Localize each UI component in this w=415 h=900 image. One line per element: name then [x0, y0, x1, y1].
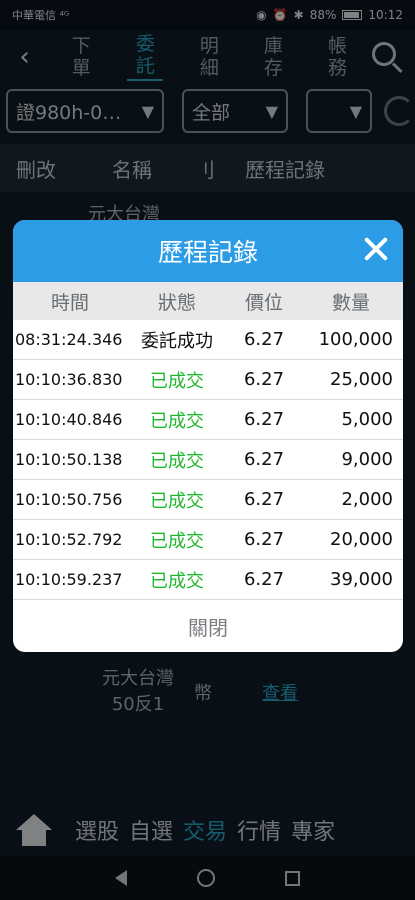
row-status: 已成交 [150, 490, 204, 512]
history-table-header: 時間 狀態 價位 數量 [13, 282, 403, 320]
modal-title: 歷程記錄 [157, 238, 258, 267]
row-quantity: 20,000 [330, 529, 393, 550]
row-quantity: 100,000 [318, 329, 393, 350]
row-status: 已成交 [150, 530, 204, 552]
row-time: 10:10:40.846 [15, 410, 123, 429]
row-quantity: 25,000 [330, 369, 393, 390]
row-price: 6.27 [243, 369, 285, 390]
row-quantity: 5,000 [341, 409, 393, 430]
row-quantity: 39,000 [330, 569, 393, 590]
row-price: 6.27 [243, 489, 285, 510]
row-status: 已成交 [150, 370, 204, 392]
row-quantity: 2,000 [341, 489, 393, 510]
row-time: 10:10:36.830 [15, 370, 123, 389]
col-status: 狀態 [157, 291, 196, 314]
row-price: 6.27 [243, 529, 285, 550]
history-row: 10:10:50.138 已成交 6.27 9,000 [13, 440, 403, 480]
close-button[interactable]: 關閉 [13, 600, 403, 652]
row-price: 6.27 [243, 409, 285, 430]
row-time: 08:31:24.346 [15, 330, 123, 349]
history-row: 10:10:50.756 已成交 6.27 2,000 [13, 480, 403, 520]
row-time: 10:10:50.756 [15, 490, 123, 509]
col-quantity: 數量 [331, 291, 370, 314]
history-row: 10:10:59.237 已成交 6.27 39,000 [13, 560, 403, 600]
col-price: 價位 [244, 291, 283, 314]
row-price: 6.27 [243, 449, 285, 470]
col-time: 時間 [50, 291, 89, 314]
row-time: 10:10:59.237 [15, 570, 123, 589]
row-status: 已成交 [150, 410, 204, 432]
row-time: 10:10:52.792 [15, 530, 123, 549]
modal-header: 歷程記錄 [13, 220, 403, 282]
history-row: 10:10:36.830 已成交 6.27 25,000 [13, 360, 403, 400]
row-time: 10:10:50.138 [15, 450, 123, 469]
history-row: 10:10:52.792 已成交 6.27 20,000 [13, 520, 403, 560]
history-row: 08:31:24.346 委託成功 6.27 100,000 [13, 320, 403, 360]
row-status: 已成交 [150, 450, 204, 472]
row-quantity: 9,000 [341, 449, 393, 470]
row-status: 委託成功 [141, 330, 213, 352]
close-icon[interactable] [361, 234, 391, 264]
history-row: 10:10:40.846 已成交 6.27 5,000 [13, 400, 403, 440]
row-price: 6.27 [243, 569, 285, 590]
history-modal: 歷程記錄 時間 狀態 價位 數量 08:31:24.346 委託成功 6.27 … [13, 220, 403, 652]
row-status: 已成交 [150, 570, 204, 592]
row-price: 6.27 [243, 329, 285, 350]
